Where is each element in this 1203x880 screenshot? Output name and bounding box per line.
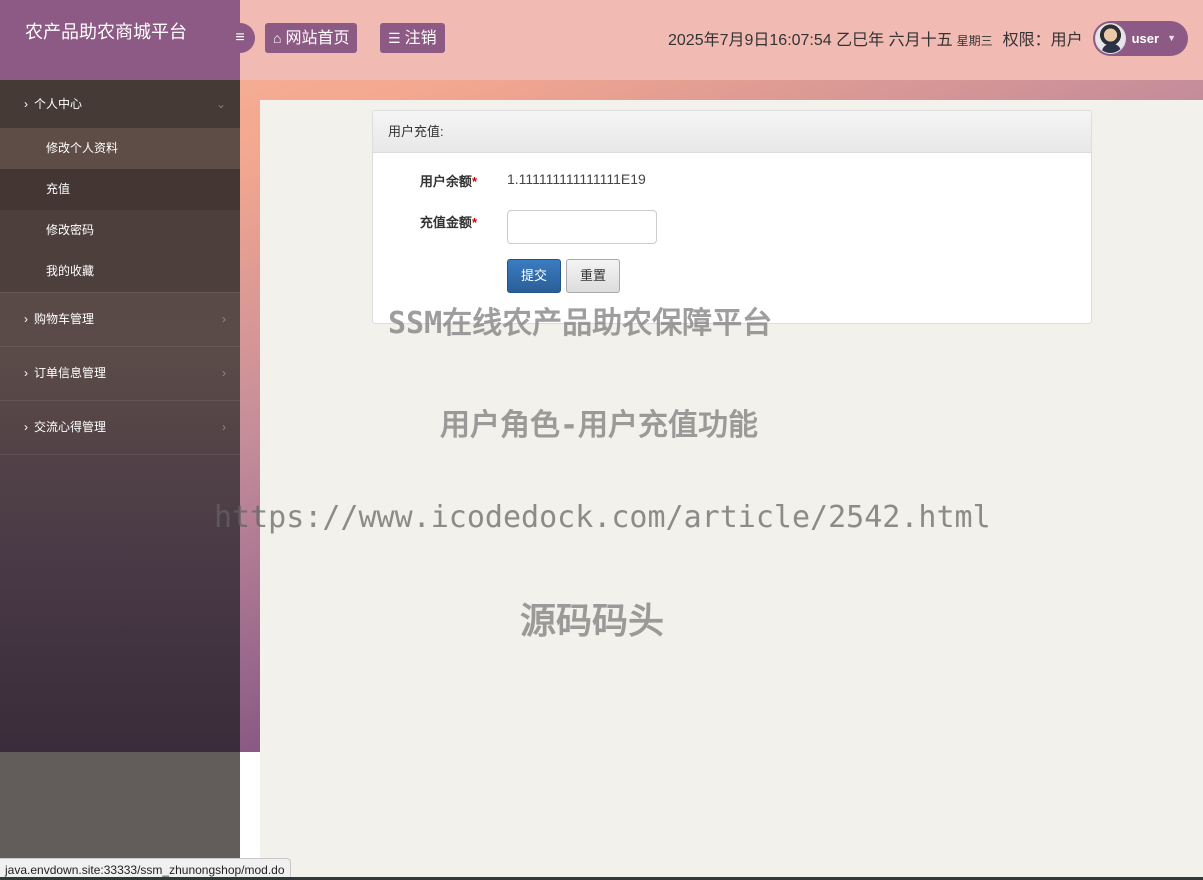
brand-title: 农产品助农商城平台 [0,0,240,80]
home-icon: ⌂ [273,30,282,46]
sidebar-item-label: 订单信息管理 [34,366,107,380]
sidebar-subitem-edit-profile[interactable]: 修改个人资料 [0,128,240,169]
nav-home-button[interactable]: ⌂ 网站首页 [265,23,358,53]
weekday-text: 星期三 [956,34,993,48]
username-label: user [1131,30,1160,46]
main-content: 用户充值: 用户余额* 1.111111111111111E19 充值金额* 提… [260,100,1203,880]
datetime-text: 2025年7月9日16:07:54 乙巳年 六月十五 [668,32,953,49]
required-mark: * [471,215,477,230]
list-icon: ☰ [388,30,401,46]
nav-home-label: 网站首页 [285,30,350,47]
sidebar-item-orders[interactable]: › 订单信息管理 › [0,347,240,400]
top-header: 农产品助农商城平台 ≡ ⌂ 网站首页 ☰ 注销 2025年7月9日16:07:54 … [0,0,1203,80]
permission-text: 权限：用户 [1002,32,1083,49]
sidebar-item-label: 购物车管理 [34,312,95,326]
sidebar-group-cart: › 购物车管理 › [0,293,240,347]
chevron-right-icon: › [24,366,28,380]
bars-icon: ≡ [235,29,245,46]
sidebar-subitem-change-password[interactable]: 修改密码 [0,210,240,251]
chevron-right-icon: › [222,366,226,380]
sidebar-item-cart[interactable]: › 购物车管理 › [0,293,240,346]
chevron-right-icon: › [24,420,28,434]
chevron-right-icon: › [24,97,28,111]
sidebar-group-personal: › 个人中心 ⌄ 修改个人资料 充值 修改密码 我的收藏 [0,80,240,293]
caret-down-icon: ▼ [1167,33,1176,43]
sidebar-subitem-recharge[interactable]: 充值 [0,169,240,210]
recharge-amount-input[interactable] [507,210,657,244]
chevron-right-icon: › [24,312,28,326]
sidebar-toggle-button[interactable]: ≡ [225,23,255,53]
sidebar-group-experience: › 交流心得管理 › [0,401,240,455]
user-menu-button[interactable]: user ▼ [1092,20,1188,56]
required-mark: * [471,174,477,189]
sidebar-subitem-favorites[interactable]: 我的收藏 [0,251,240,292]
chevron-right-icon: › [222,420,226,434]
balance-value: 1.111111111111111E19 [507,171,646,187]
chevron-right-icon: › [222,312,226,326]
balance-label-text: 用户余额 [419,174,472,189]
sidebar-item-personal-center[interactable]: › 个人中心 ⌄ [0,80,240,128]
header-right: 2025年7月9日16:07:54 乙巳年 六月十五 星期三 权限：用户 user… [668,20,1188,56]
amount-label: 充值金额* [373,212,477,231]
panel-title: 用户充值: [373,111,1091,153]
balance-label: 用户余额* [373,171,477,190]
submit-button[interactable]: 提交 [507,259,561,293]
nav-logout-button[interactable]: ☰ 注销 [380,23,445,53]
nav-logout-label: 注销 [404,30,437,47]
recharge-panel: 用户充值: 用户余额* 1.111111111111111E19 充值金额* 提… [372,110,1092,324]
avatar [1094,22,1126,54]
sidebar-item-label: 个人中心 [34,97,83,111]
sidebar-item-label: 交流心得管理 [34,420,107,434]
sidebar-group-orders: › 订单信息管理 › [0,347,240,401]
reset-button[interactable]: 重置 [566,259,620,293]
amount-label-text: 充值金额 [419,215,472,230]
chevron-down-icon: ⌄ [215,97,226,111]
sidebar-item-experience[interactable]: › 交流心得管理 › [0,401,240,454]
datetime-display: 2025年7月9日16:07:54 乙巳年 六月十五 星期三 [668,26,993,50]
sidebar: › 个人中心 ⌄ 修改个人资料 充值 修改密码 我的收藏 › 购物车管理 › › 订单… [0,80,240,752]
